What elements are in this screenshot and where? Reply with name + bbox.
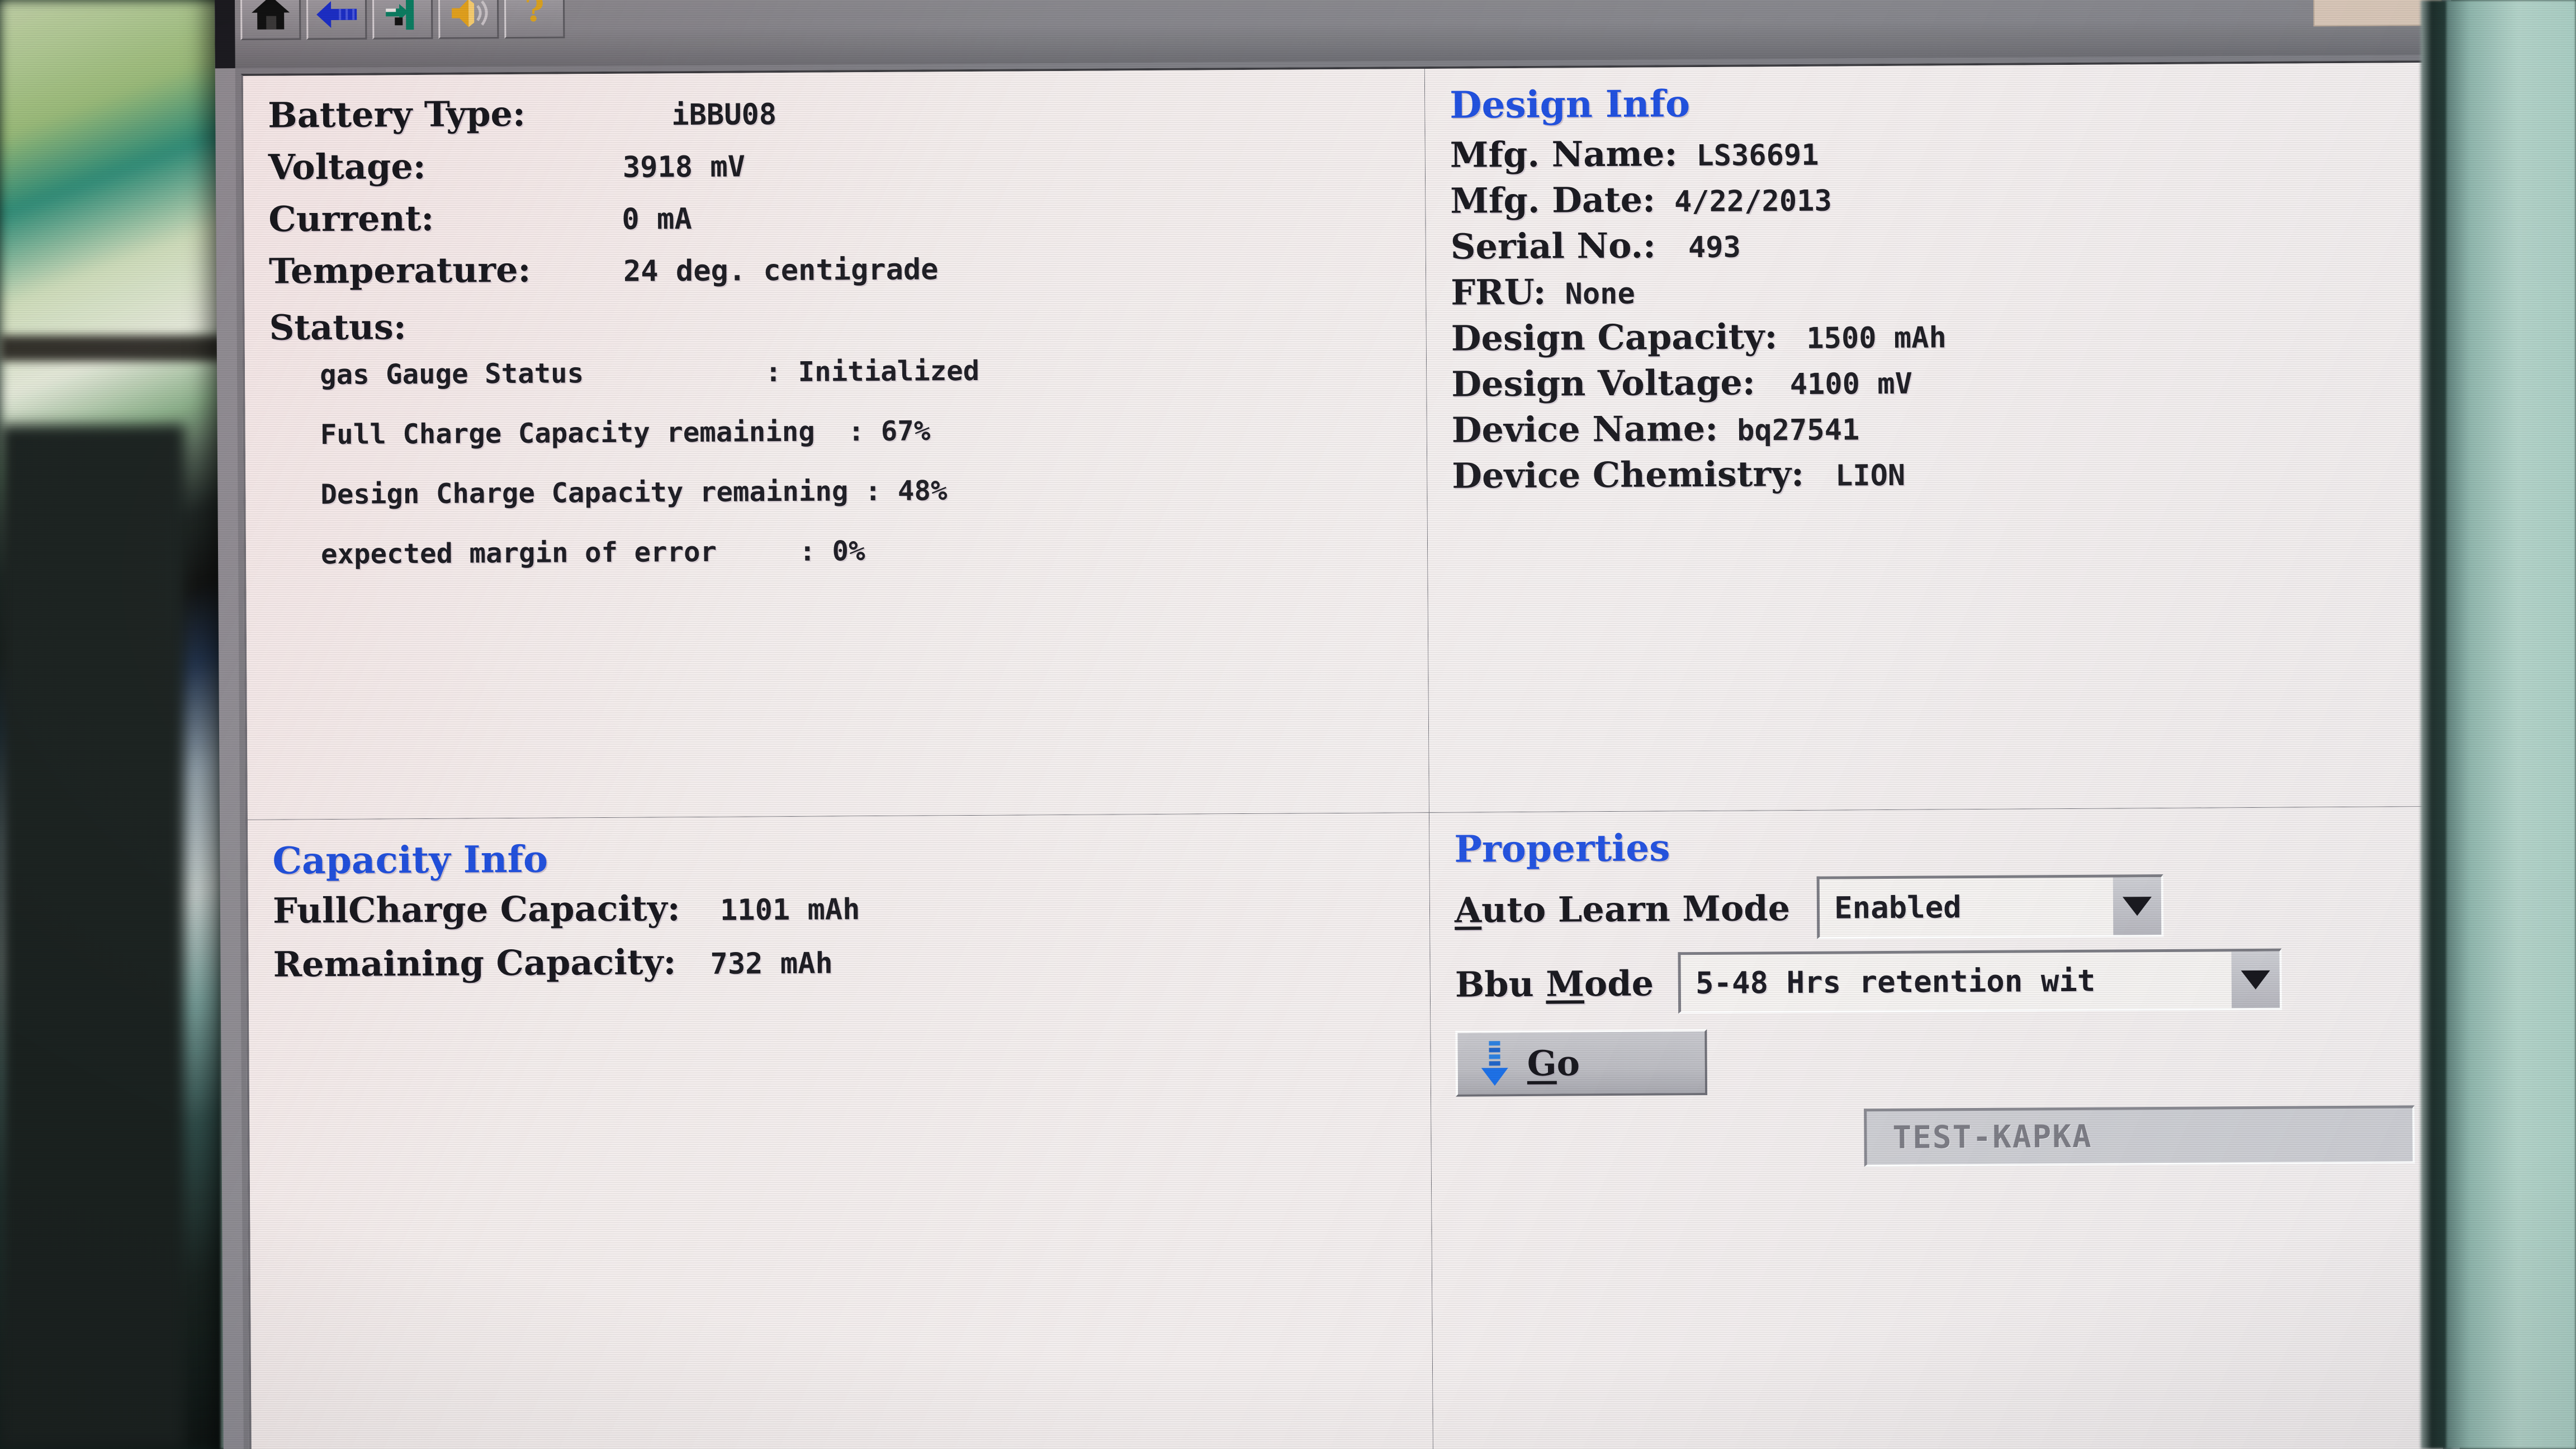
label-temperature: Temperature: (268, 249, 531, 292)
status-list: gas Gauge Status : Initialized Full Char… (269, 352, 1427, 571)
accel-key-a: A (1454, 889, 1482, 931)
row-mfg-name: Mfg. Name: LS36691 (1450, 129, 2435, 181)
value-serial-no: 493 (1688, 230, 1741, 265)
label-auto-learn-mode: Auto Learn Mode (1455, 888, 1791, 931)
accel-key-m: M (1546, 963, 1585, 1005)
chevron-down-icon-bbu[interactable] (2231, 951, 2280, 1008)
back-button[interactable] (306, 0, 367, 40)
value-fru: None (1565, 277, 1635, 311)
test-name-value: TEST-KAPKA (1892, 1118, 2092, 1156)
value-mfg-date: 4/22/2013 (1674, 184, 1832, 219)
label-mfg-name: Mfg. Name: (1450, 133, 1678, 176)
svg-text:?: ? (524, 0, 544, 30)
row-temperature: Temperature: 24 deg. centigrade (269, 244, 1426, 303)
label-bbu-mode-post: ode (1584, 963, 1654, 1004)
row-device-name: Device Name: bq27541 (1452, 404, 2437, 456)
label-current: Current: (268, 197, 434, 240)
row-voltage: Voltage: 3918 mV (268, 140, 1426, 199)
label-fru: FRU: (1451, 271, 1546, 313)
test-name-field[interactable]: TEST-KAPKA (1864, 1105, 2415, 1167)
label-voltage: Voltage: (268, 145, 426, 188)
row-device-chemistry: Device Chemistry: LION (1452, 449, 2437, 501)
chevron-down-icon[interactable] (2113, 877, 2162, 935)
accel-key-g: G (1527, 1043, 1557, 1084)
capacity-info-title: Capacity Info (272, 837, 548, 883)
value-fullcharge-capacity: 1101 mAh (719, 893, 860, 927)
background-dark-object (0, 425, 184, 1448)
label-design-capacity: Design Capacity: (1451, 316, 1778, 359)
capacity-info-panel: Capacity Info FullCharge Capacity: 1101 … (247, 813, 1433, 1449)
value-design-voltage: 4100 mV (1789, 367, 1913, 402)
value-device-chemistry: LION (1835, 458, 1906, 493)
label-fullcharge-capacity: FullCharge Capacity: (272, 888, 680, 931)
exit-icon (386, 0, 414, 30)
row-remaining-capacity: Remaining Capacity: 732 mAh (273, 937, 1430, 998)
value-remaining-capacity: 732 mAh (710, 946, 833, 981)
toolbar-button-group: ? (240, 0, 565, 40)
value-temperature: 24 deg. centigrade (623, 253, 939, 288)
battery-info-panel: Battery Type: iBBU08 Voltage: 3918 mV Cu… (243, 69, 1429, 820)
row-design-capacity: Design Capacity: 1500 mAh (1451, 312, 2436, 364)
monitor-screen: ? LSI Battery Type: iBBU08 (214, 0, 2460, 1449)
monitor-bezel-right (2446, 0, 2576, 1449)
sound-icon (452, 0, 488, 27)
bbu-mode-value: 5-48 Hrs retention wit (1695, 963, 2096, 1001)
value-device-name: bq27541 (1736, 413, 1860, 448)
design-info-panel: Design Info Mfg. Name: LS36691 Mfg. Date… (1424, 62, 2439, 812)
label-mfg-date: Mfg. Date: (1450, 179, 1656, 221)
go-button-label: Go (1527, 1043, 1580, 1084)
background-shelf-edge (0, 335, 224, 361)
properties-panel: Properties Auto Learn Mode Enabled Bbu M… (1429, 806, 2444, 1449)
row-serial-no: Serial No.: 493 (1451, 220, 2436, 272)
help-button[interactable]: ? (504, 0, 565, 39)
panel-grid: Battery Type: iBBU08 Voltage: 3918 mV Cu… (240, 60, 2444, 1449)
back-arrow-icon (316, 1, 357, 28)
label-bbu-mode-pre: Bbu (1455, 963, 1546, 1005)
home-button[interactable] (240, 0, 301, 40)
label-status: Status: (269, 306, 406, 348)
row-mfg-date: Mfg. Date: 4/22/2013 (1450, 174, 2435, 226)
label-design-voltage: Design Voltage: (1451, 362, 1755, 405)
value-current: 0 mA (622, 202, 692, 236)
label-auto-learn-mode-rest: uto Learn Mode (1481, 887, 1791, 930)
status-margin-of-error: expected margin of error : 0% (320, 535, 865, 571)
row-fru: FRU: None (1451, 266, 2436, 318)
status-full-charge-remaining: Full Charge Capacity remaining : 67% (320, 415, 931, 451)
help-icon: ? (524, 0, 544, 30)
auto-learn-mode-value: Enabled (1834, 889, 1962, 926)
home-icon (252, 0, 290, 30)
design-info-title: Design Info (1449, 82, 1690, 127)
label-battery-type: Battery Type: (268, 93, 526, 136)
down-arrow-icon (1481, 1041, 1508, 1086)
auto-learn-mode-dropdown[interactable]: Enabled (1816, 874, 2164, 939)
row-fullcharge-capacity: FullCharge Capacity: 1101 mAh (273, 883, 1430, 944)
row-auto-learn-mode: Auto Learn Mode Enabled (1455, 873, 2440, 941)
go-button-label-rest: o (1556, 1042, 1580, 1084)
row-bbu-mode: Bbu Mode 5-48 Hrs retention wit (1455, 948, 2440, 1015)
exit-button[interactable] (372, 0, 433, 40)
row-current: Current: 0 mA (268, 192, 1426, 251)
go-button[interactable]: Go (1455, 1029, 1708, 1097)
label-remaining-capacity: Remaining Capacity: (273, 941, 676, 985)
photo-of-monitor: ? LSI Battery Type: iBBU08 (0, 0, 2576, 1449)
status-gas-gauge: gas Gauge Status : Initialized (319, 354, 980, 391)
sound-button[interactable] (438, 0, 499, 39)
row-design-voltage: Design Voltage: 4100 mV (1451, 358, 2436, 410)
label-serial-no: Serial No.: (1450, 225, 1656, 267)
label-device-name: Device Name: (1451, 408, 1718, 451)
row-battery-type: Battery Type: iBBU08 (268, 88, 1425, 147)
status-design-charge-remaining: Design Charge Capacity remaining : 48% (320, 475, 948, 511)
content-area: Battery Type: iBBU08 Voltage: 3918 mV Cu… (235, 54, 2451, 1449)
bbu-mode-dropdown[interactable]: 5-48 Hrs retention wit (1678, 948, 2283, 1014)
value-battery-type: iBBU08 (671, 98, 777, 132)
value-mfg-name: LS36691 (1696, 138, 1819, 173)
label-device-chemistry: Device Chemistry: (1452, 453, 1805, 496)
value-design-capacity: 1500 mAh (1806, 321, 1947, 356)
value-voltage: 3918 mV (622, 150, 746, 184)
properties-title: Properties (1454, 826, 1670, 871)
label-bbu-mode: Bbu Mode (1455, 963, 1654, 1005)
toolbar-left-edge (214, 0, 235, 69)
